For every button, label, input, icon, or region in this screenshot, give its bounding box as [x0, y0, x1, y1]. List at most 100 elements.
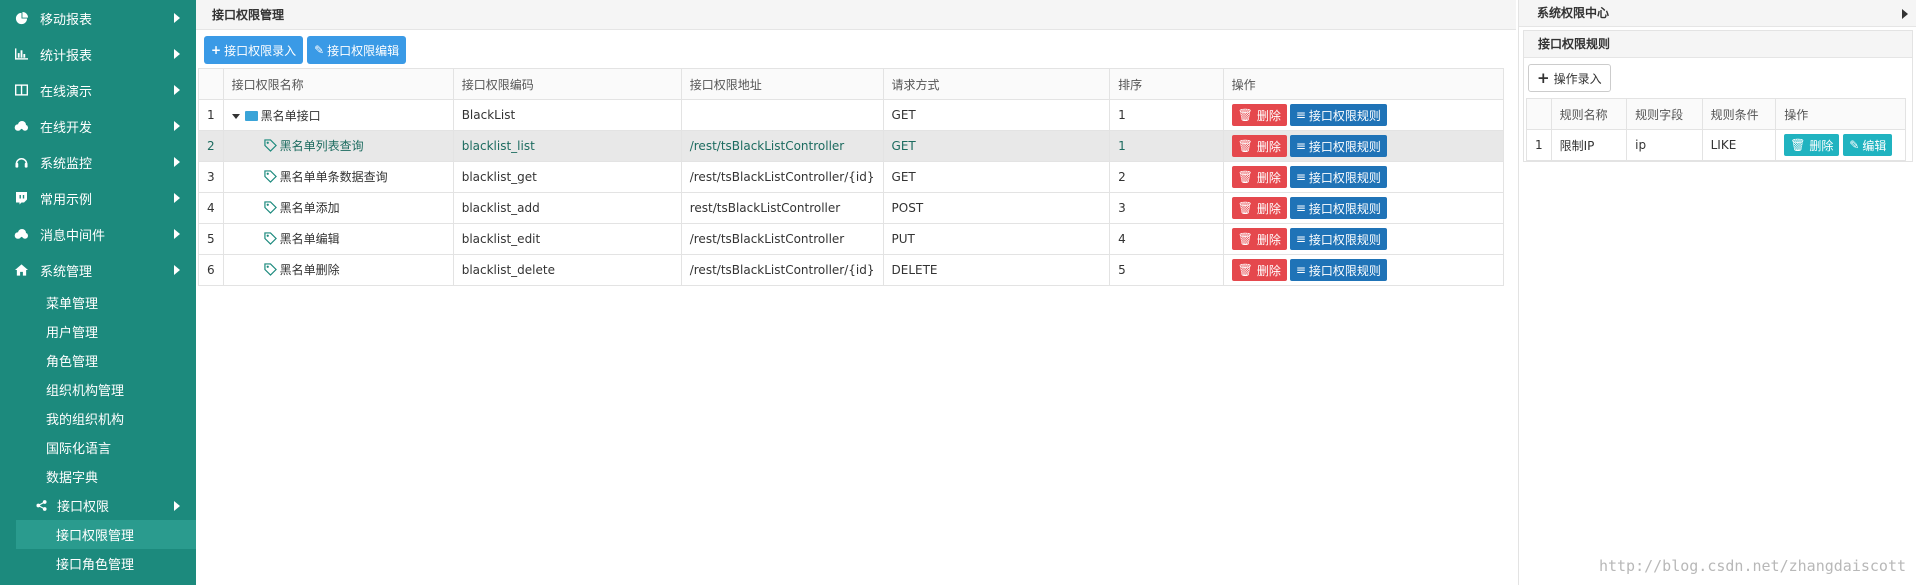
- row-ops: 🗑 删除 ≡ 接口权限规则: [1222, 254, 1505, 286]
- row-code: blacklist_get: [452, 161, 682, 193]
- sidebar-item-label: 常用示例: [40, 192, 93, 208]
- button-label: 删除: [1256, 139, 1281, 154]
- database-icon: ≡: [1295, 108, 1306, 122]
- sidebar: 移动报表 统计报表 在线演示 在线开发 系统监控 常用示例 消息中间件 系统管理…: [0, 0, 196, 585]
- sidebar-sub-interface-perm[interactable]: 接口权限: [0, 491, 196, 520]
- delete-button[interactable]: 🗑 删除: [1231, 259, 1287, 281]
- tag-icon: [263, 232, 277, 248]
- trash-icon: 🗑: [1237, 108, 1253, 122]
- table-row[interactable]: 2 黑名单列表查询 blacklist_list /rest/tsBlackLi…: [198, 130, 1505, 162]
- sidebar-item-mobile-report[interactable]: 移动报表: [0, 0, 196, 36]
- button-label: 接口权限规则: [1308, 108, 1381, 123]
- sidebar-sub-menu[interactable]: 菜单管理: [0, 288, 196, 317]
- delete-button[interactable]: 🗑 删除: [1231, 104, 1287, 126]
- column-header-sort[interactable]: 排序: [1109, 68, 1224, 100]
- column-header-url[interactable]: 接口权限地址: [680, 68, 884, 100]
- row-ops: 🗑 删除 ≡ 接口权限规则: [1222, 130, 1505, 162]
- row-code: blacklist_add: [452, 192, 682, 224]
- rule-table: 规则名称 规则字段 规则条件 操作 1 限制IP ip LIKE 🗑 删除 ✎ 编辑: [1526, 98, 1906, 161]
- column-header-code[interactable]: 接口权限编码: [452, 68, 682, 100]
- button-label: 删除: [1256, 108, 1281, 123]
- row-url: [680, 99, 884, 131]
- edit-button[interactable]: ✎ 编辑: [1843, 134, 1893, 156]
- row-ops: 🗑 删除 ≡ 接口权限规则: [1222, 192, 1505, 224]
- trash-icon: 🗑: [1237, 139, 1253, 153]
- sidebar-sub-role[interactable]: 角色管理: [0, 346, 196, 375]
- chevron-right-icon[interactable]: [1902, 9, 1908, 19]
- edit-icon: ✎: [1849, 138, 1860, 152]
- trash-icon: 🗑: [1237, 170, 1253, 184]
- sidebar-sub-i18n[interactable]: 国际化语言: [0, 433, 196, 462]
- button-label: 接口权限规则: [1308, 170, 1381, 185]
- button-label: 删除: [1256, 232, 1281, 247]
- column-header-rule-cond[interactable]: 规则条件: [1701, 98, 1777, 130]
- interface-rule-button[interactable]: ≡ 接口权限规则: [1289, 104, 1387, 126]
- delete-button[interactable]: 🗑 删除: [1231, 197, 1287, 219]
- column-header-rule-name[interactable]: 规则名称: [1550, 98, 1628, 130]
- row-name-text: 黑名单列表查询: [279, 139, 364, 154]
- row-code: blacklist_delete: [452, 254, 682, 286]
- sidebar-sub-my-org[interactable]: 我的组织机构: [0, 404, 196, 433]
- button-label: 接口权限规则: [1308, 232, 1381, 247]
- delete-button[interactable]: 🗑 删除: [1231, 166, 1287, 188]
- interface-table: 接口权限名称 接口权限编码 接口权限地址 请求方式 排序 操作 1 黑名单接口 …: [198, 68, 1505, 286]
- row-name-text: 黑名单单条数据查询: [279, 170, 388, 185]
- sidebar-sub-interface-perm-manage[interactable]: 接口权限管理: [16, 520, 196, 549]
- right-panel-title[interactable]: 系统权限中心: [1519, 0, 1916, 27]
- sidebar-sub-user[interactable]: 用户管理: [0, 317, 196, 346]
- column-header-index: [1526, 98, 1552, 130]
- interface-rule-button[interactable]: ≡ 接口权限规则: [1289, 259, 1387, 281]
- table-row[interactable]: 6 黑名单删除 blacklist_delete /rest/tsBlackLi…: [198, 254, 1505, 286]
- trash-icon: 🗑: [1237, 201, 1253, 215]
- sidebar-item-mq[interactable]: 消息中间件: [0, 216, 196, 252]
- row-name-text: 黑名单删除: [279, 263, 340, 278]
- column-header-rule-ops: 操作: [1775, 98, 1906, 130]
- trash-icon: 🗑: [1237, 263, 1253, 277]
- edit-interface-button[interactable]: ✎ 接口权限编辑: [307, 36, 407, 64]
- row-sort: 3: [1109, 192, 1224, 224]
- delete-button[interactable]: 🗑 删除: [1784, 134, 1840, 156]
- add-interface-button[interactable]: + 接口权限录入: [204, 36, 304, 64]
- delete-button[interactable]: 🗑 删除: [1231, 135, 1287, 157]
- sidebar-sub-label: 组织机构管理: [46, 384, 125, 399]
- sidebar-sub-org[interactable]: 组织机构管理: [0, 375, 196, 404]
- row-sort: 5: [1109, 254, 1224, 286]
- sidebar-item-online-demo[interactable]: 在线演示: [0, 72, 196, 108]
- row-index: 4: [198, 192, 224, 224]
- table-row[interactable]: 3 黑名单单条数据查询 blacklist_get /rest/tsBlackL…: [198, 161, 1505, 193]
- row-code: blacklist_edit: [452, 223, 682, 255]
- tag-icon: [263, 201, 277, 217]
- column-header-rule-field[interactable]: 规则字段: [1626, 98, 1703, 130]
- interface-rule-button[interactable]: ≡ 接口权限规则: [1289, 228, 1387, 250]
- sidebar-item-examples[interactable]: 常用示例: [0, 180, 196, 216]
- table-row[interactable]: 4 黑名单添加 blacklist_add rest/tsBlackListCo…: [198, 192, 1505, 224]
- row-url: rest/tsBlackListController: [680, 192, 884, 224]
- tree-expand-icon[interactable]: [231, 113, 240, 119]
- table-row[interactable]: 1 黑名单接口 BlackList GET 1 🗑 删除 ≡ 接口权限规则: [198, 99, 1505, 131]
- watermark: http://blog.csdn.net/zhangdaiscott: [1598, 557, 1906, 575]
- interface-rule-button[interactable]: ≡ 接口权限规则: [1289, 135, 1387, 157]
- row-name: 黑名单编辑: [222, 223, 454, 255]
- row-index: 3: [198, 161, 224, 193]
- column-header-name[interactable]: 接口权限名称: [222, 68, 454, 100]
- interface-rule-button[interactable]: ≡ 接口权限规则: [1289, 166, 1387, 188]
- table-row[interactable]: 5 黑名单编辑 blacklist_edit /rest/tsBlackList…: [198, 223, 1505, 255]
- database-icon: ≡: [1295, 232, 1306, 246]
- share-icon: [36, 500, 47, 511]
- sidebar-item-monitor[interactable]: 系统监控: [0, 144, 196, 180]
- table-row[interactable]: 1 限制IP ip LIKE 🗑 删除 ✎ 编辑: [1526, 129, 1906, 161]
- row-name: 黑名单单条数据查询: [222, 161, 454, 193]
- interface-rule-button[interactable]: ≡ 接口权限规则: [1289, 197, 1387, 219]
- sidebar-item-system[interactable]: 系统管理: [0, 252, 196, 288]
- column-header-method[interactable]: 请求方式: [882, 68, 1111, 100]
- row-rule-field: ip: [1626, 129, 1703, 161]
- sidebar-sub-interface-role-manage[interactable]: 接口角色管理: [0, 549, 196, 578]
- sidebar-item-stat-report[interactable]: 统计报表: [0, 36, 196, 72]
- columns-icon: [14, 83, 28, 97]
- sidebar-sub-dict[interactable]: 数据字典: [0, 462, 196, 491]
- delete-button[interactable]: 🗑 删除: [1231, 228, 1287, 250]
- add-operation-button[interactable]: + 操作录入: [1528, 64, 1611, 92]
- sidebar-item-online-dev[interactable]: 在线开发: [0, 108, 196, 144]
- row-ops: 🗑 删除 ✎ 编辑: [1775, 129, 1906, 161]
- row-name-text: 黑名单接口: [260, 108, 321, 123]
